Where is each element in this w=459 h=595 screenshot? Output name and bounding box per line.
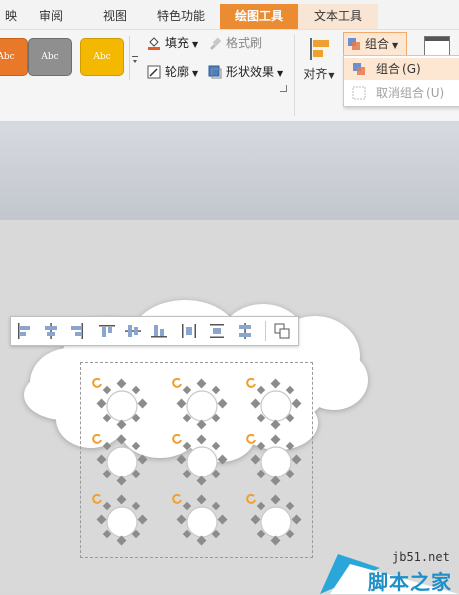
brush-icon (210, 37, 222, 50)
chevron-down-icon: ▼ (277, 69, 284, 78)
group-icon (348, 38, 360, 50)
floating-align-toolbar (10, 316, 299, 346)
align-middle-icon[interactable] (123, 321, 143, 341)
dialog-launcher-icon[interactable] (280, 85, 287, 92)
group-button[interactable]: 组合 ▼ (343, 32, 407, 56)
tab-special-features[interactable]: 特色功能 (148, 4, 214, 29)
selected-shape[interactable] (172, 374, 232, 434)
distribute-horizontal-icon[interactable] (179, 321, 199, 341)
selected-shape[interactable] (92, 430, 152, 490)
align-button[interactable]: 对齐▼ (302, 34, 336, 84)
selected-shape[interactable] (172, 490, 232, 550)
align-top-icon[interactable] (97, 321, 117, 341)
toolbar-separator (265, 321, 266, 341)
fill-button[interactable]: 填充 ▼ (147, 33, 198, 53)
menu-item-group-label: 组合 (376, 62, 401, 76)
menu-item-group-shortcut: (G) (402, 62, 421, 76)
format-painter-label: 格式刷 (226, 36, 263, 50)
selected-shape[interactable] (172, 430, 232, 490)
tab-partial[interactable]: 映 (0, 4, 22, 29)
tab-view[interactable]: 视图 (92, 4, 138, 29)
align-icon (310, 38, 329, 60)
group-dropdown-menu: 组合 (G) 取消组合 (U) (343, 55, 459, 107)
chevron-down-icon: ▼ (192, 69, 199, 78)
shape-effects-icon (208, 65, 222, 79)
outline-button[interactable]: 轮廓 ▼ (147, 62, 198, 82)
shape-effects-label: 形状效果 (226, 65, 275, 79)
chevron-down-icon (132, 56, 138, 63)
distribute-vertical-icon[interactable] (207, 321, 227, 341)
selected-shape[interactable] (246, 490, 306, 550)
outline-label: 轮廓 (165, 65, 190, 79)
tab-text-tools[interactable]: 文本工具 (298, 4, 378, 29)
tab-drawing-tools[interactable]: 绘图工具 (220, 4, 298, 29)
style-swatch-gray[interactable]: Abc (28, 38, 72, 76)
group-separator (294, 34, 295, 116)
align-right-icon[interactable] (67, 321, 87, 341)
group-icon (353, 63, 365, 75)
align-bottom-icon[interactable] (149, 321, 169, 341)
distribute-spacing-icon[interactable] (235, 321, 255, 341)
fill-label: 填充 (165, 36, 190, 50)
menu-item-group[interactable]: 组合 (G) (344, 58, 459, 80)
pen-outline-icon (147, 65, 161, 79)
style-gallery-scroll[interactable] (129, 36, 140, 80)
align-left-icon[interactable] (14, 321, 34, 341)
watermark-name: 脚本之家 (368, 570, 452, 594)
align-label: 对齐▼ (303, 67, 335, 81)
style-swatch-yellow[interactable]: Abc (80, 38, 124, 76)
group-objects-icon[interactable] (272, 321, 292, 341)
format-painter-button[interactable]: 格式刷 (208, 33, 262, 53)
tab-review[interactable]: 审阅 (28, 4, 74, 29)
selected-shape[interactable] (92, 490, 152, 550)
document-top-band (0, 122, 459, 220)
watermark-site: jb51.net (392, 550, 450, 564)
selected-shape[interactable] (246, 430, 306, 490)
ungroup-icon (352, 86, 366, 100)
align-center-icon[interactable] (41, 321, 61, 341)
paint-bucket-icon (148, 37, 160, 50)
selected-shape[interactable] (92, 374, 152, 434)
chevron-down-icon: ▼ (192, 40, 199, 49)
group-label: 组合 (365, 37, 390, 51)
menu-item-ungroup[interactable]: 取消组合 (U) (344, 82, 459, 104)
shape-effects-button[interactable]: 形状效果 ▼ (208, 62, 283, 82)
ribbon-tab-bar: 映 审阅 视图 特色功能 绘图工具 文本工具 (0, 0, 459, 30)
selected-shape[interactable] (246, 374, 306, 434)
menu-item-ungroup-label: 取消组合 (376, 86, 425, 100)
style-swatch-orange[interactable]: Abc (0, 38, 28, 76)
site-watermark: jb51.net 脚本之家 (320, 548, 459, 594)
chevron-down-icon: ▼ (392, 41, 399, 50)
menu-item-ungroup-shortcut: (U) (426, 86, 445, 100)
